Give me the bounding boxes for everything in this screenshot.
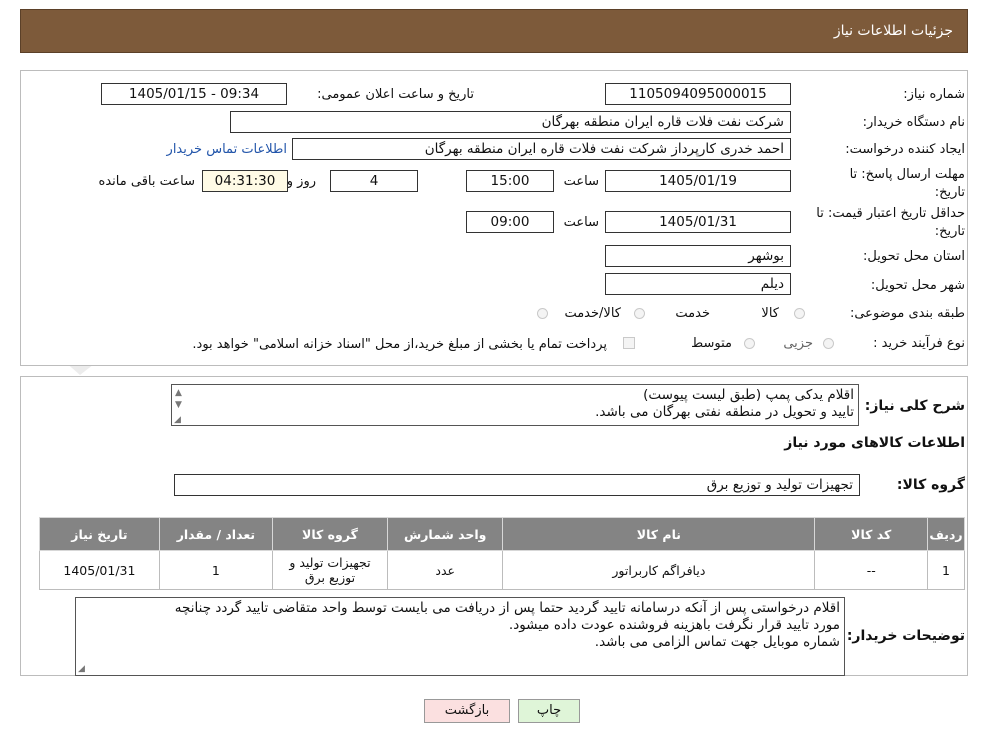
buyer-notes-label: توضیحات خریدار: — [846, 628, 965, 644]
remaining-label: ساعت باقی مانده — [98, 174, 195, 189]
goods-section-title: اطلاعات کالاهای مورد نیاز — [784, 435, 965, 451]
announce-label: تاریخ و ساعت اعلان عمومی: — [317, 87, 474, 102]
goods-table: ردیف کد کالا نام کالا واحد شمارش گروه کا… — [39, 517, 965, 590]
announce-datetime-field: 1405/01/15 - 09:34 — [101, 83, 287, 105]
buyer-notes-line-2: مورد تایید قرار نگرفت باهزینه فروشنده عو… — [508, 617, 840, 633]
col-unit: واحد شمارش — [387, 517, 504, 551]
buyer-org-field: شرکت نفت فلات قاره ایران منطقه بهرگان — [230, 111, 791, 133]
creator-label: ایجاد کننده درخواست: — [845, 142, 965, 157]
validity-time-label: ساعت — [563, 215, 599, 230]
category-goods-service-label: کالا/خدمت — [564, 306, 621, 321]
remaining-time-field: 04:31:30 — [202, 170, 288, 192]
deadline-time-field: 15:00 — [466, 170, 554, 192]
validity-label-2: تاریخ: — [934, 224, 965, 239]
process-minor-label: جزیی — [783, 336, 813, 351]
category-goods-label: کالا — [761, 306, 779, 321]
treasury-checkbox[interactable] — [623, 337, 635, 349]
validity-date-field: 1405/01/31 — [605, 211, 791, 233]
category-goods-service-radio[interactable] — [537, 308, 548, 319]
resize-handle-icon[interactable]: ◢ — [78, 664, 85, 674]
col-row: ردیف — [927, 517, 965, 551]
creator-field: احمد خدری کارپرداز شرکت نفت فلات قاره ای… — [292, 138, 791, 160]
table-row: 1 -- دیافراگم کاربراتور عدد تجهیزات تولی… — [39, 550, 965, 590]
deadline-time-label: ساعت — [563, 174, 599, 189]
city-label: شهر محل تحویل: — [870, 278, 965, 293]
col-qty: تعداد / مقدار — [158, 517, 273, 551]
process-minor-radio[interactable] — [823, 338, 834, 349]
buyer-notes-line-1: اقلام درخواستی پس از آنکه درسامانه تایید… — [174, 600, 840, 616]
col-name: نام کالا — [502, 517, 816, 551]
deadline-date-field: 1405/01/19 — [605, 170, 791, 192]
summary-label: شرح کلی نیاز: — [864, 398, 965, 414]
cell-code: -- — [814, 550, 929, 590]
print-button[interactable]: چاپ — [518, 699, 580, 723]
cell-date: 1405/01/31 — [39, 550, 160, 590]
cell-group-line-1: تجهیزات تولید و — [289, 555, 371, 570]
goods-group-field: تجهیزات تولید و توزیع برق — [174, 474, 860, 496]
cell-row: 1 — [927, 550, 965, 590]
deadline-label-2: تاریخ: — [934, 185, 965, 200]
col-date: تاریخ نیاز — [39, 517, 160, 551]
payment-note: پرداخت تمام یا بخشی از مبلغ خرید،از محل … — [192, 337, 607, 352]
goods-group-label: گروه کالا: — [896, 477, 965, 493]
process-label: نوع فرآیند خرید : — [873, 336, 965, 351]
scroll-up-icon[interactable]: ▲ — [175, 388, 182, 398]
summary-textarea[interactable]: اقلام یدکی پمپ (طبق لیست پیوست) تایید و … — [171, 384, 859, 426]
col-group: گروه کالا — [271, 517, 389, 551]
category-service-label: خدمت — [675, 306, 710, 321]
validity-time-field: 09:00 — [466, 211, 554, 233]
summary-line-1: اقلام یدکی پمپ (طبق لیست پیوست) — [643, 387, 854, 403]
cell-name: دیافراگم کاربراتور — [502, 550, 816, 590]
remaining-days-field: 4 — [330, 170, 418, 192]
need-number-label: شماره نیاز: — [903, 87, 965, 102]
validity-label: حداقل تاریخ اعتبار قیمت: تا — [816, 206, 965, 221]
cell-unit: عدد — [387, 550, 504, 590]
days-label: روز و — [286, 174, 316, 189]
cell-group-line-2: توزیع برق — [304, 570, 356, 585]
need-number-field: 1105094095000015 — [605, 83, 791, 105]
scroll-down-icon[interactable]: ▼ — [175, 400, 182, 410]
resize-handle-icon[interactable]: ◢ — [174, 415, 181, 425]
category-goods-radio[interactable] — [794, 308, 805, 319]
summary-line-2: تایید و تحویل در منطقه نفتی بهرگان می با… — [595, 404, 854, 420]
page-header: جزئیات اطلاعات نیاز — [20, 9, 968, 53]
buyer-org-label: نام دستگاه خریدار: — [862, 115, 965, 130]
deadline-label: مهلت ارسال پاسخ: تا — [849, 167, 965, 182]
back-button[interactable]: بازگشت — [424, 699, 510, 723]
province-field: بوشهر — [605, 245, 791, 267]
buyer-notes-textarea[interactable]: اقلام درخواستی پس از آنکه درسامانه تایید… — [75, 597, 845, 676]
process-medium-radio[interactable] — [744, 338, 755, 349]
category-label: طبقه بندی موضوعی: — [849, 306, 965, 321]
category-service-radio[interactable] — [634, 308, 645, 319]
cell-qty: 1 — [158, 550, 273, 590]
province-label: استان محل تحویل: — [863, 249, 965, 264]
buyer-notes-line-3: شماره موبایل جهت تماس الزامی می باشد. — [594, 634, 840, 650]
col-code: کد کالا — [814, 517, 929, 551]
page-title: جزئیات اطلاعات نیاز — [833, 23, 953, 39]
city-field: دیلم — [605, 273, 791, 295]
buyer-contact-link[interactable]: اطلاعات تماس خریدار — [167, 142, 287, 157]
cell-group: تجهیزات تولید و توزیع برق — [271, 550, 389, 590]
process-medium-label: متوسط — [691, 336, 732, 351]
